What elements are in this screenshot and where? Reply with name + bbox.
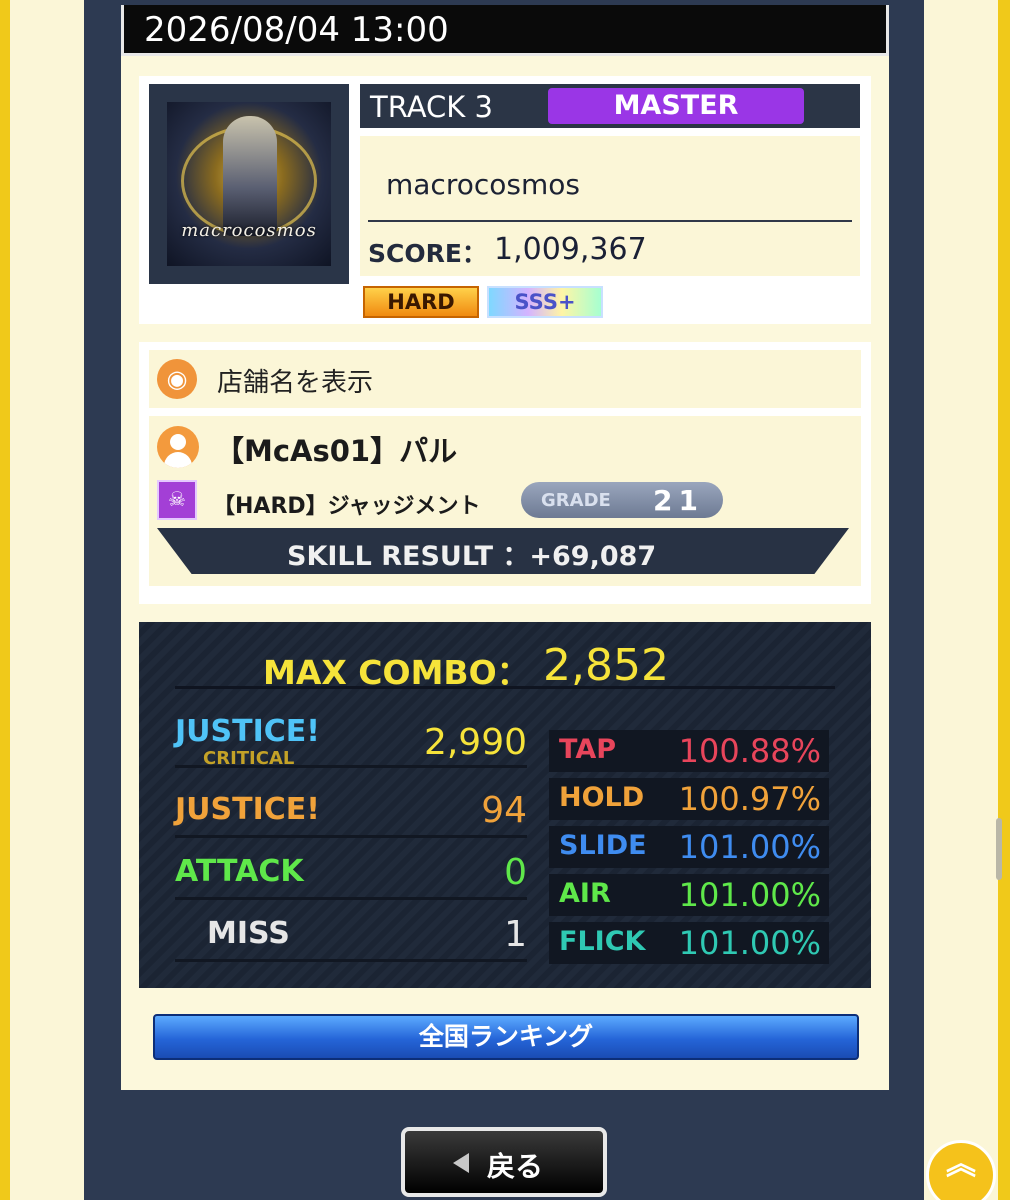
rank-badge: SSS+ bbox=[487, 286, 603, 318]
judge-value: 0 bbox=[504, 852, 527, 893]
player-info: ◉ 店舗名を表示 【McAs01】パル ☠ 【HARD】ジャッジメント GRAD… bbox=[139, 342, 871, 604]
clear-lamp-badge: HARD bbox=[363, 286, 479, 318]
skill-result: SKILL RESULT ：+69,087 bbox=[287, 541, 657, 572]
judge-label: JUSTICE! bbox=[175, 714, 320, 749]
title-divider bbox=[368, 220, 852, 222]
title-area: macrocosmos SCORE： 1,009,367 bbox=[360, 136, 860, 276]
rate-value: 101.00% bbox=[678, 924, 821, 962]
back-button[interactable]: 戻る bbox=[401, 1127, 607, 1197]
grade-value: 21 bbox=[653, 484, 704, 517]
song-title: macrocosmos bbox=[386, 168, 580, 201]
judge-value: 94 bbox=[481, 790, 527, 831]
jacket-character bbox=[223, 116, 277, 236]
back-arrow-icon bbox=[453, 1153, 469, 1173]
store-name-toggle[interactable]: ◉ 店舗名を表示 bbox=[149, 350, 861, 408]
difficulty-badge: MASTER bbox=[548, 88, 804, 124]
skill-grade-pill: GRADE 21 bbox=[521, 482, 723, 518]
judge-label: JUSTICE! bbox=[175, 792, 320, 827]
rate-row-tap: TAP 100.88% bbox=[549, 730, 829, 772]
national-ranking-button[interactable]: 全国ランキング bbox=[153, 1014, 859, 1060]
rate-row-flick: FLICK 101.00% bbox=[549, 922, 829, 964]
song-info: macrocosmos TRACK 3 MASTER macrocosmos S… bbox=[139, 76, 871, 324]
store-name-label: 店舗名を表示 bbox=[217, 368, 374, 398]
track-bar: TRACK 3 MASTER bbox=[360, 84, 860, 128]
score-value: 1,009,367 bbox=[494, 232, 647, 267]
jacket-frame: macrocosmos bbox=[149, 84, 349, 284]
back-button-label: 戻る bbox=[487, 1150, 544, 1183]
judge-label: MISS bbox=[207, 916, 290, 951]
rate-label: FLICK bbox=[559, 926, 646, 957]
rate-label: SLIDE bbox=[559, 830, 647, 861]
date-bar: 2026/08/04 13:00 bbox=[121, 5, 889, 56]
combo-divider bbox=[175, 686, 835, 689]
player-name: 【McAs01】パル bbox=[215, 434, 458, 468]
jacket-image: macrocosmos bbox=[167, 102, 331, 266]
right-border-stripe bbox=[998, 0, 1010, 1200]
rate-row-air: AIR 101.00% bbox=[549, 874, 829, 916]
rate-label: AIR bbox=[559, 878, 611, 909]
play-result-card: macrocosmos TRACK 3 MASTER macrocosmos S… bbox=[121, 56, 889, 1090]
rate-row-slide: SLIDE 101.00% bbox=[549, 826, 829, 868]
rate-value: 100.97% bbox=[678, 780, 821, 818]
rate-value: 101.00% bbox=[678, 876, 821, 914]
max-combo-value: 2,852 bbox=[543, 640, 669, 691]
judge-sublabel: CRITICAL bbox=[203, 748, 295, 769]
score-label: SCORE： bbox=[368, 239, 487, 268]
skill-name: 【HARD】ジャッジメント bbox=[213, 494, 481, 519]
judge-row-miss: MISS 1 bbox=[175, 904, 527, 962]
judge-row-attack: ATTACK 0 bbox=[175, 842, 527, 900]
player-row: 【McAs01】パル ☠ 【HARD】ジャッジメント GRADE 21 SKIL… bbox=[149, 416, 861, 586]
user-icon bbox=[157, 426, 199, 468]
judgement-panel: MAX COMBO： 2,852 JUSTICE! CRITICAL 2,990… bbox=[139, 622, 871, 988]
rate-label: TAP bbox=[559, 734, 617, 765]
grade-label: GRADE bbox=[541, 490, 611, 511]
scrollbar[interactable] bbox=[996, 818, 1002, 880]
judge-value: 1 bbox=[504, 914, 527, 955]
left-border-stripe bbox=[0, 0, 10, 1200]
rate-value: 101.00% bbox=[678, 828, 821, 866]
play-datetime: 2026/08/04 13:00 bbox=[144, 10, 449, 50]
store-icon: ◉ bbox=[157, 359, 197, 399]
track-number: TRACK 3 bbox=[370, 90, 493, 124]
judge-label: ATTACK bbox=[175, 854, 304, 889]
rate-label: HOLD bbox=[559, 782, 645, 813]
judge-value: 2,990 bbox=[423, 722, 527, 763]
skill-result-bar: SKILL RESULT ：+69,087 bbox=[157, 528, 849, 574]
scroll-to-top-icon[interactable]: ︽ bbox=[926, 1140, 996, 1200]
rate-row-hold: HOLD 100.97% bbox=[549, 778, 829, 820]
skill-skull-icon: ☠ bbox=[157, 480, 197, 520]
jacket-logo-text: macrocosmos bbox=[181, 220, 317, 241]
rate-value: 100.88% bbox=[678, 732, 821, 770]
judge-row-justice: JUSTICE! 94 bbox=[175, 780, 527, 838]
judge-row-justice-critical: JUSTICE! CRITICAL 2,990 bbox=[175, 710, 527, 769]
